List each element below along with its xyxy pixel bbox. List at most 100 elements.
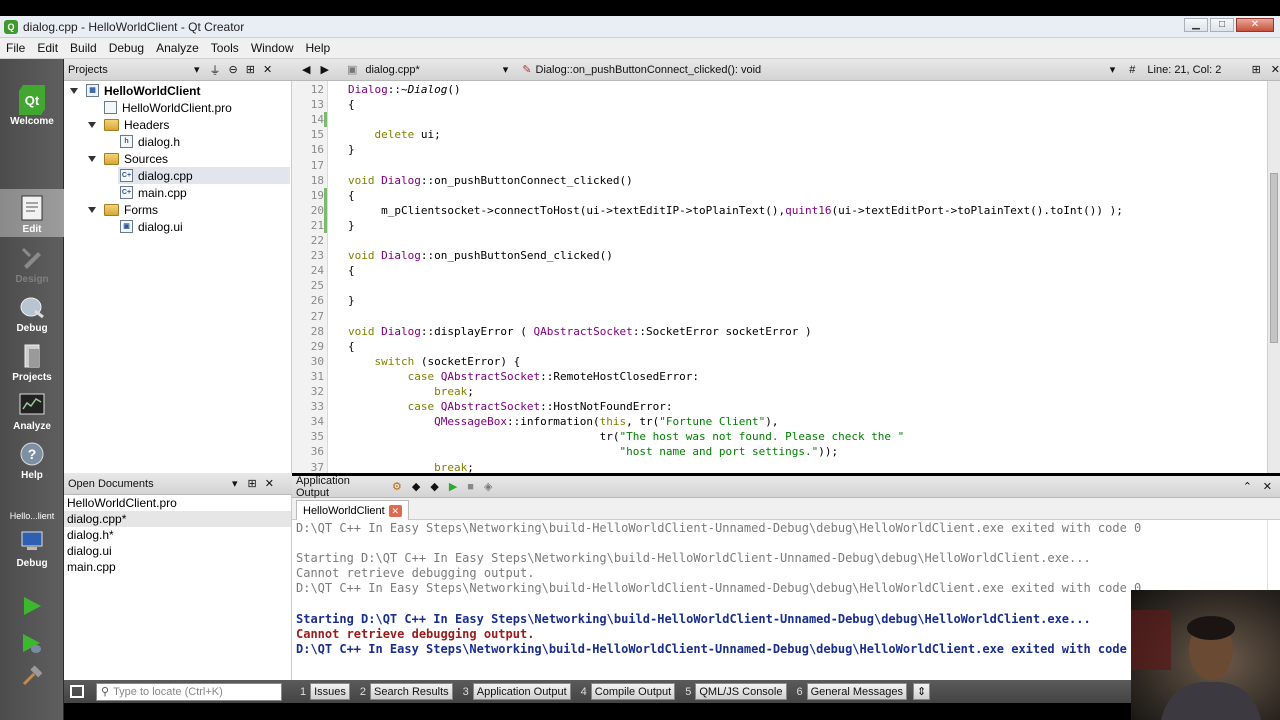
tab-qml-js-console[interactable]: 5 QML/JS Console <box>681 683 787 700</box>
tree-item-dialog-h[interactable]: h dialog.h <box>120 133 180 150</box>
rerun-icon[interactable]: ⚙ <box>392 480 402 493</box>
hash-label: # <box>1129 63 1136 76</box>
menu-analyze[interactable]: Analyze <box>150 41 205 55</box>
projects-view-selector[interactable]: Projects <box>64 64 194 76</box>
file-selector[interactable]: dialog.cpp* <box>365 64 502 76</box>
kit-selector[interactable]: Hello...lient Debug <box>0 511 64 571</box>
output-line: D:\QT C++ In Easy Steps\Networking\build… <box>296 581 1142 596</box>
open-documents-selector[interactable]: Open Documents <box>64 478 232 490</box>
output-tab[interactable]: HelloWorldClient ✕ <box>296 500 409 520</box>
run-button[interactable] <box>14 593 50 621</box>
mode-welcome[interactable]: Qt Welcome <box>0 81 64 129</box>
line-number: 34 <box>310 415 324 429</box>
close-editor-icon[interactable]: ✕ <box>1271 63 1280 76</box>
tree-item-project[interactable]: ▦ HelloWorldClient <box>70 82 200 99</box>
tree-item-dialog-cpp[interactable]: C+ dialog.cpp <box>118 167 290 184</box>
close-panel-icon[interactable]: ✕ <box>265 477 274 490</box>
previous-icon[interactable]: ◆ <box>412 480 420 493</box>
filter-icon[interactable]: ⏚ <box>210 62 221 78</box>
tab-compile-output[interactable]: 4 Compile Output <box>577 683 676 700</box>
expand-icon <box>70 87 78 94</box>
dropdown-icon[interactable]: ▾ <box>194 63 200 76</box>
link-icon[interactable]: ⊖ <box>229 63 238 76</box>
menu-help[interactable]: Help <box>300 41 337 55</box>
mode-analyze[interactable]: Analyze <box>0 386 64 434</box>
maximize-panel-icon[interactable]: ⌃ <box>1243 480 1252 493</box>
tree-item-headers[interactable]: Headers <box>88 116 169 133</box>
scrollbar-thumb[interactable] <box>1270 173 1278 343</box>
toggle-sidebar-icon[interactable] <box>70 685 84 698</box>
minimize-button[interactable]: ▁ <box>1184 18 1208 32</box>
open-document-item[interactable]: dialog.ui <box>64 543 291 559</box>
locator-input[interactable]: ⚲ Type to locate (Ctrl+K) <box>96 682 282 701</box>
function-selector[interactable]: Dialog::on_pushButtonConnect_clicked(): … <box>536 64 1110 76</box>
close-button[interactable]: ✕ <box>1236 18 1274 32</box>
open-document-item[interactable]: dialog.cpp* <box>64 511 291 527</box>
menu-debug[interactable]: Debug <box>103 41 150 55</box>
forward-icon[interactable]: ▶ <box>320 63 328 76</box>
line-number: 22 <box>310 234 324 247</box>
output-line: Starting D:\QT C++ In Easy Steps\Network… <box>296 551 1091 566</box>
mode-projects[interactable]: Projects <box>0 337 64 385</box>
code-line: void Dialog::on_pushButtonSend_clicked() <box>348 249 613 263</box>
close-tab-icon[interactable]: ✕ <box>388 504 402 517</box>
editor-scrollbar[interactable] <box>1267 81 1280 473</box>
cpp-file-icon: C+ <box>120 169 133 182</box>
next-icon[interactable]: ◆ <box>430 480 438 493</box>
folder-icon <box>104 118 119 131</box>
code-line: { <box>348 264 355 278</box>
expand-icon <box>88 121 96 128</box>
tree-item-forms[interactable]: Forms <box>88 201 158 218</box>
maximize-button[interactable]: □ <box>1210 18 1234 32</box>
line-number: 18 <box>310 173 324 187</box>
split-icon[interactable]: ⊞ <box>1252 63 1261 76</box>
mode-design[interactable]: Design <box>0 239 64 287</box>
close-output-icon[interactable]: ✕ <box>1263 480 1272 493</box>
split-icon[interactable]: ⊞ <box>248 477 257 490</box>
mode-help[interactable]: ? Help <box>0 435 64 483</box>
line-number: 37 <box>310 460 324 474</box>
build-button[interactable] <box>14 663 50 691</box>
code-editor[interactable]: 12 Dialog::~Dialog() 13{14 15 delete ui; 16}… <box>292 81 1267 473</box>
back-icon[interactable]: ◀ <box>302 63 310 76</box>
line-number: 35 <box>310 430 324 444</box>
tree-item-main-cpp[interactable]: C+ main.cpp <box>120 184 187 201</box>
open-document-item[interactable]: HelloWorldClient.pro <box>64 495 291 511</box>
stop-icon[interactable]: ■ <box>467 481 474 493</box>
dropdown-icon[interactable]: ▾ <box>1110 63 1116 76</box>
code-line: tr("The host was not found. Please check… <box>348 430 905 444</box>
tree-item-sources[interactable]: Sources <box>88 150 168 167</box>
cursor-position[interactable]: Line: 21, Col: 2 <box>1147 64 1245 76</box>
mode-edit[interactable]: Edit <box>0 189 64 237</box>
debug-run-icon <box>21 633 43 658</box>
more-tabs-button[interactable]: ⇕ <box>912 683 931 700</box>
dropdown-icon[interactable]: ▾ <box>232 477 238 490</box>
line-number: 13 <box>310 98 324 112</box>
code-line: { <box>348 339 355 353</box>
menu-edit[interactable]: Edit <box>31 41 64 55</box>
open-document-item[interactable]: main.cpp <box>64 559 291 575</box>
menu-file[interactable]: File <box>0 41 31 55</box>
line-number: 21 <box>310 218 324 232</box>
mode-debug[interactable]: Debug <box>0 288 64 336</box>
menu-build[interactable]: Build <box>64 41 103 55</box>
tab-general-messages[interactable]: 6 General Messages <box>793 683 907 700</box>
close-panel-icon[interactable]: ✕ <box>263 63 272 76</box>
run-output-icon[interactable]: ▶ <box>449 480 457 493</box>
tree-item-dialog-ui[interactable]: ▣ dialog.ui <box>120 218 183 235</box>
tab-application-output[interactable]: 3 Application Output <box>459 683 571 700</box>
menu-window[interactable]: Window <box>245 41 300 55</box>
code-line: void Dialog::displayError ( QAbstractSoc… <box>348 324 812 338</box>
open-document-item[interactable]: dialog.h* <box>64 527 291 543</box>
attach-icon[interactable]: ◈ <box>484 480 492 493</box>
cpp-file-icon: C+ <box>120 186 133 199</box>
updown-icon: ⇕ <box>912 683 931 700</box>
debug-run-button[interactable] <box>14 631 50 659</box>
split-icon[interactable]: ⊞ <box>246 63 255 76</box>
tab-search-results[interactable]: 2 Search Results <box>356 683 453 700</box>
tree-item-pro-file[interactable]: HelloWorldClient.pro <box>104 99 232 116</box>
dropdown-icon[interactable]: ▾ <box>503 63 509 76</box>
tab-issues[interactable]: 1 Issues <box>296 683 350 700</box>
code-line: delete ui; <box>374 128 441 142</box>
menu-tools[interactable]: Tools <box>205 41 245 55</box>
